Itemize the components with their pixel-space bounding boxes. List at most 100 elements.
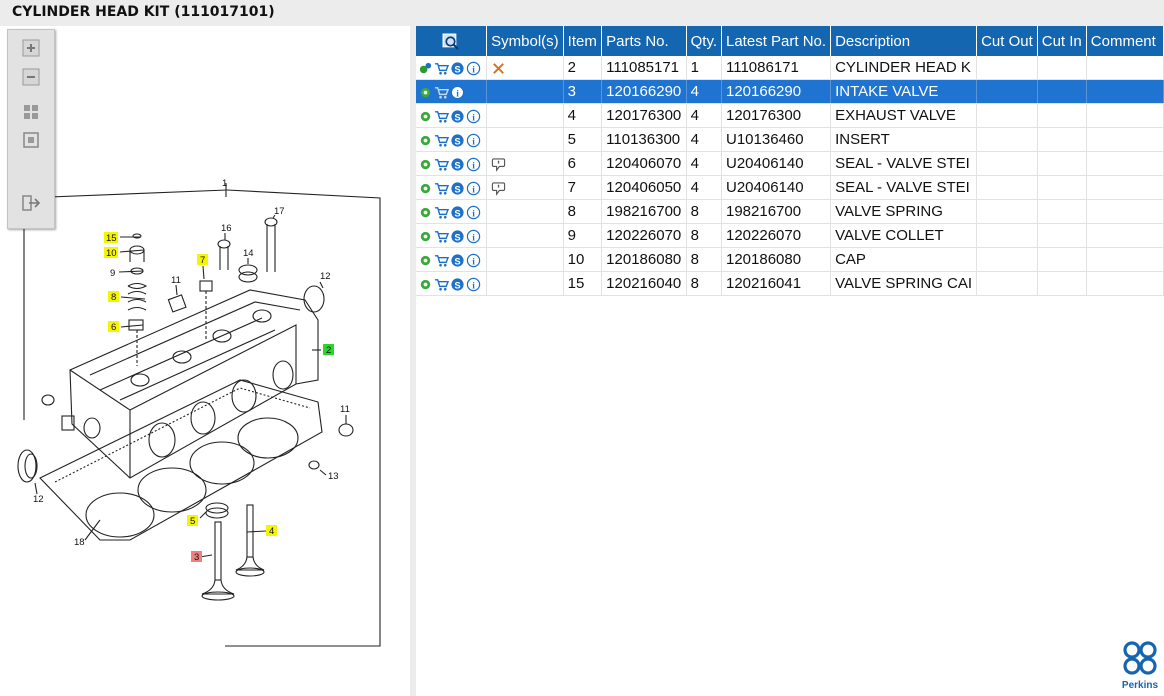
column-header-cut-in[interactable]: Cut In [1037,26,1087,56]
zoom-out-icon[interactable] [21,67,41,87]
cart-icon[interactable] [434,133,449,148]
info-icon[interactable]: i [466,61,481,76]
callout-13[interactable]: 13 [328,471,339,482]
row-actions: Si [416,223,488,248]
gear-icon[interactable] [418,85,433,100]
cart-icon[interactable] [434,61,449,76]
callout-7[interactable]: 7 [200,255,205,266]
symbol-cell [486,127,564,152]
column-header-latest-part-no[interactable]: Latest Part No. [721,26,832,56]
supersession-icon[interactable]: S [450,277,465,292]
table-row[interactable]: Si 8 198216700 8 198216700 VALVE SPRING [416,199,1164,224]
export-icon[interactable] [21,193,41,213]
table-row[interactable]: Si 10 120186080 8 120186080 CAP [416,247,1164,272]
magnifier-icon[interactable] [442,33,459,50]
supersession-icon[interactable]: S [450,229,465,244]
latest-part-no-cell: U20406140 [721,175,832,200]
table-row[interactable]: Si 4 120176300 4 120176300 EXHAUST VALVE [416,103,1164,128]
info-icon[interactable]: i [466,253,481,268]
latest-part-no-cell: U10136460 [721,127,832,152]
gear-icon[interactable] [418,205,433,220]
callout-8[interactable]: 8 [111,292,116,303]
cart-icon[interactable] [434,253,449,268]
column-header-cut-out[interactable]: Cut Out [976,26,1038,56]
gear-icon[interactable] [418,133,433,148]
callout-11-right[interactable]: 11 [340,404,350,415]
svg-text:i: i [456,89,459,99]
callout-14[interactable]: 14 [243,248,254,259]
cart-icon[interactable] [434,109,449,124]
callout-11[interactable]: 11 [171,275,181,286]
table-row[interactable]: Si 7 120406050 4 U20406140 SEAL - VALVE STEI [416,175,1164,200]
supersession-icon[interactable]: S [450,253,465,268]
callout-10[interactable]: 10 [106,248,117,259]
note-icon[interactable] [491,157,506,172]
callout-6[interactable]: 6 [111,322,116,333]
gear-icon[interactable] [418,61,433,76]
comment-cell [1086,103,1164,128]
callout-1[interactable]: 1 [222,178,227,189]
supersession-icon[interactable]: S [450,61,465,76]
info-icon[interactable]: i [466,157,481,172]
gear-icon[interactable] [418,253,433,268]
info-icon[interactable]: i [466,133,481,148]
info-icon[interactable]: i [450,85,465,100]
zoom-in-icon[interactable] [21,38,41,58]
callout-3[interactable]: 3 [194,552,199,563]
column-header-parts-no[interactable]: Parts No. [601,26,687,56]
callout-4[interactable]: 4 [269,526,274,537]
callout-18[interactable]: 18 [74,537,85,548]
table-row[interactable]: i 3 120166290 4 120166290 INTAKE VALVE [416,79,1164,104]
gear-icon[interactable] [418,229,433,244]
svg-text:S: S [454,160,460,170]
info-icon[interactable]: i [466,181,481,196]
cart-icon[interactable] [434,229,449,244]
cart-icon[interactable] [434,181,449,196]
callout-15[interactable]: 15 [106,233,117,244]
supersession-icon[interactable]: S [450,205,465,220]
info-icon[interactable]: i [466,205,481,220]
supersession-icon[interactable]: S [450,109,465,124]
symbol-cell [486,103,564,128]
column-header-symbols[interactable]: Symbol(s) [486,26,564,56]
callout-5[interactable]: 5 [190,516,195,527]
column-header-qty[interactable]: Qty. [686,26,723,56]
supersession-icon[interactable]: S [450,181,465,196]
info-icon[interactable]: i [466,109,481,124]
note-icon[interactable] [491,181,506,196]
cart-icon[interactable] [434,277,449,292]
table-row[interactable]: Si 5 110136300 4 U10136460 INSERT [416,127,1164,152]
parts-no-cell: 120406050 [601,175,687,200]
actual-size-icon[interactable] [21,130,41,150]
info-icon[interactable]: i [466,229,481,244]
svg-text:S: S [454,136,460,146]
callout-12-left[interactable]: 12 [33,494,44,505]
table-row[interactable]: Si 2 111085171 1 111086171 CYLINDER HEAD K [416,56,1164,80]
supersession-icon[interactable]: S [450,133,465,148]
info-icon[interactable]: i [466,277,481,292]
callout-17[interactable]: 17 [274,206,285,217]
callout-2[interactable]: 2 [326,345,331,356]
gear-icon[interactable] [418,157,433,172]
supersession-icon[interactable]: S [450,157,465,172]
gear-icon[interactable] [418,277,433,292]
callout-12-right[interactable]: 12 [320,271,331,282]
svg-text:i: i [472,257,475,267]
exploded-diagram[interactable]: 15 10 9 8 6 7 11 16 14 17 1 12 2 11 13 1… [0,26,410,696]
column-header-icons[interactable] [416,26,488,56]
description-cell: EXHAUST VALVE [830,103,978,128]
column-header-description[interactable]: Description [830,26,978,56]
table-row[interactable]: Si 6 120406070 4 U20406140 SEAL - VALVE STEI [416,151,1164,176]
column-header-item[interactable]: Item [563,26,603,56]
table-row[interactable]: Si 15 120216040 8 120216041 VALVE SPRING CAI [416,271,1164,296]
cart-icon[interactable] [434,205,449,220]
gear-icon[interactable] [418,181,433,196]
fit-all-icon[interactable] [21,102,41,122]
callout-9[interactable]: 9 [110,268,115,279]
gear-icon[interactable] [418,109,433,124]
callout-16[interactable]: 16 [221,223,232,234]
column-header-comment[interactable]: Comment [1086,26,1164,56]
table-row[interactable]: Si 9 120226070 8 120226070 VALVE COLLET [416,223,1164,248]
cart-icon[interactable] [434,157,449,172]
cart-icon[interactable] [434,85,449,100]
